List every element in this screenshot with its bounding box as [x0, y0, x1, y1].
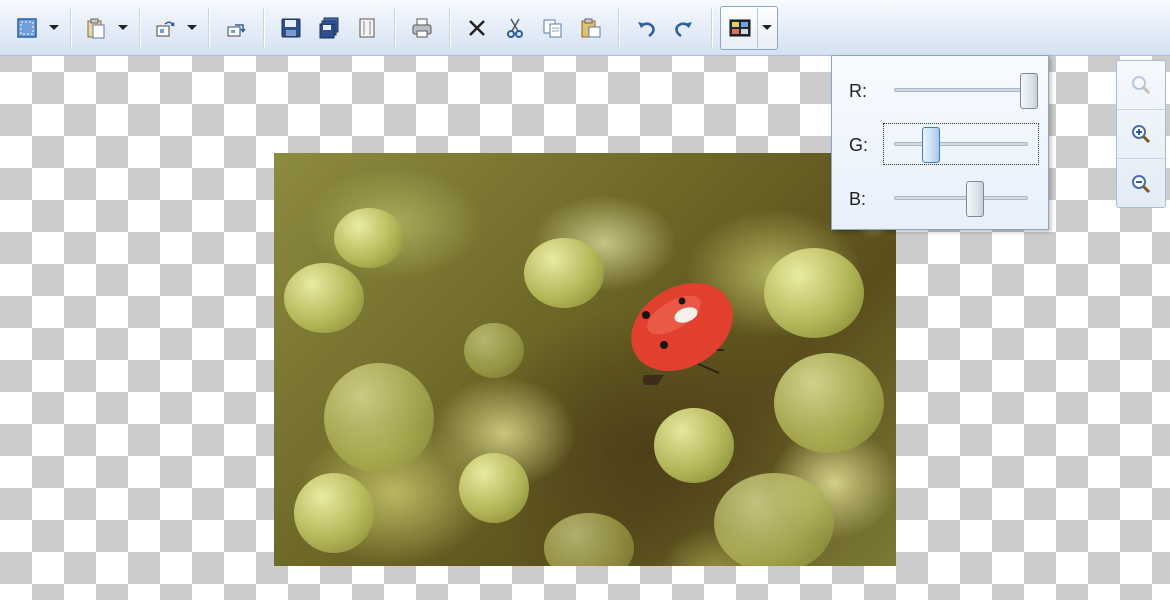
bud	[284, 263, 364, 333]
select-dropdown[interactable]	[44, 8, 62, 48]
zoom-out-icon	[1132, 174, 1151, 193]
save-icon	[281, 18, 301, 37]
bud	[764, 248, 864, 338]
delete-button[interactable]	[458, 8, 496, 48]
save-button[interactable]	[272, 8, 310, 48]
scissors-icon	[507, 18, 523, 38]
toolbar	[0, 0, 1170, 56]
save-all-button[interactable]	[310, 8, 348, 48]
chevron-down-icon	[186, 25, 197, 30]
print-button[interactable]	[403, 8, 441, 48]
flip-button[interactable]	[217, 8, 255, 48]
paste-as-button[interactable]	[79, 8, 113, 48]
rotate-icon	[156, 21, 175, 36]
blue-label: B:	[849, 189, 867, 209]
delete-x-icon	[469, 19, 485, 36]
redo-icon	[675, 21, 692, 37]
select-button[interactable]	[10, 8, 44, 48]
select-icon	[17, 17, 37, 38]
zoom-out-button[interactable]	[1117, 159, 1165, 208]
separator	[139, 7, 140, 48]
printer-icon	[412, 18, 432, 37]
color-balance-icon	[729, 19, 751, 36]
rotate-dropdown[interactable]	[182, 8, 200, 48]
undo-icon	[638, 21, 655, 37]
flip-icon	[227, 23, 246, 36]
separator	[208, 7, 209, 48]
bud	[324, 363, 434, 473]
zoom-reset-icon	[1132, 76, 1151, 95]
bud	[524, 238, 604, 308]
bud	[544, 513, 634, 566]
bud	[464, 323, 524, 378]
bud	[334, 208, 404, 268]
red-label: R:	[849, 81, 867, 101]
bud	[774, 353, 884, 453]
page-button[interactable]	[348, 8, 386, 48]
separator	[618, 7, 619, 48]
blue-slider-track[interactable]	[894, 181, 1028, 217]
rotate-button[interactable]	[148, 8, 182, 48]
copy-button[interactable]	[534, 8, 572, 48]
separator	[449, 7, 450, 48]
separator	[711, 7, 712, 48]
paste-button[interactable]	[572, 8, 610, 48]
bud	[294, 473, 374, 553]
color-adjust-main[interactable]	[723, 8, 757, 48]
select-group	[10, 6, 62, 50]
blue-row: B:	[832, 177, 1050, 217]
zoom-reset-button[interactable]	[1117, 61, 1165, 110]
green-label: G:	[849, 135, 869, 155]
bud	[459, 453, 529, 523]
rotate-group	[148, 6, 200, 50]
green-row: G:	[832, 123, 1050, 165]
bud	[654, 408, 734, 483]
blue-slider-thumb[interactable]	[966, 181, 984, 217]
chevron-down-icon	[117, 25, 128, 30]
copy-icon	[543, 19, 562, 37]
separator	[70, 7, 71, 48]
paste-as-group	[79, 6, 131, 50]
zoom-in-button[interactable]	[1117, 110, 1165, 159]
redo-button[interactable]	[665, 8, 703, 48]
red-row: R:	[832, 69, 1050, 109]
page-icon	[359, 18, 375, 37]
image-canvas[interactable]	[274, 153, 896, 566]
zoom-in-icon	[1132, 125, 1151, 144]
green-slider-thumb[interactable]	[922, 127, 940, 163]
save-all-icon	[319, 17, 339, 38]
chevron-down-icon	[761, 25, 772, 30]
cut-button[interactable]	[496, 8, 534, 48]
red-slider-thumb[interactable]	[1020, 73, 1038, 109]
chevron-down-icon	[48, 25, 59, 30]
red-slider-track[interactable]	[894, 73, 1038, 109]
green-slider-track[interactable]	[894, 127, 1028, 163]
paste-as-dropdown[interactable]	[113, 8, 131, 48]
separator	[394, 7, 395, 48]
clipboard-icon	[87, 18, 105, 38]
paste-icon	[581, 18, 601, 37]
undo-button[interactable]	[627, 8, 665, 48]
color-adjust-popup: R: G: B:	[831, 55, 1049, 230]
zoom-panel	[1116, 60, 1166, 208]
color-adjust-dropdown[interactable]	[757, 7, 775, 48]
separator	[263, 7, 264, 48]
ladybug	[631, 283, 733, 385]
bud	[714, 473, 834, 566]
color-adjust-button[interactable]	[720, 5, 778, 50]
